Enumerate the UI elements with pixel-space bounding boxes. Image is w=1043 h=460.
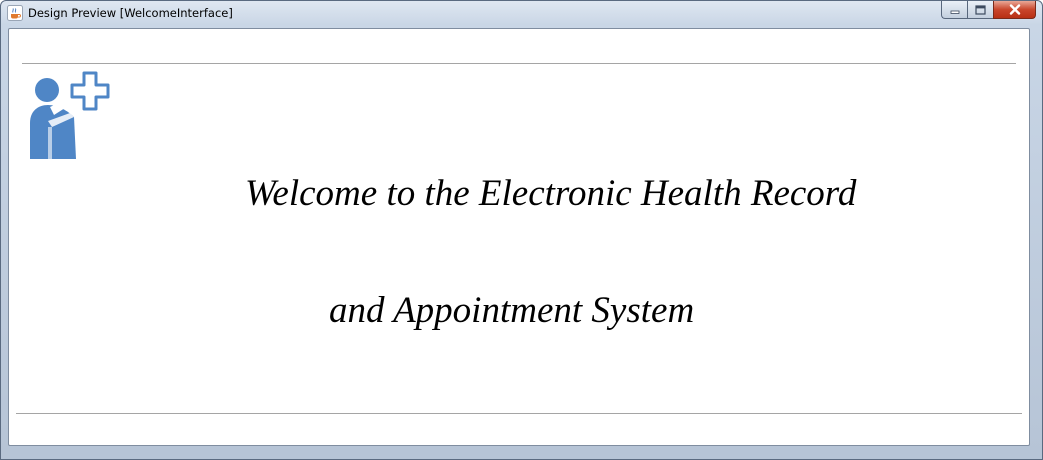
welcome-heading-line2: and Appointment System	[329, 290, 695, 331]
minimize-icon	[950, 10, 959, 14]
maximize-icon	[975, 4, 986, 15]
maximize-button[interactable]	[967, 1, 993, 19]
window-controls	[941, 1, 1036, 21]
window-title: Design Preview [WelcomeInterface]	[28, 6, 233, 20]
top-separator	[22, 63, 1016, 64]
bottom-separator	[16, 413, 1022, 414]
app-window: Design Preview [WelcomeInterface] Welcom…	[0, 0, 1043, 460]
close-icon	[1009, 4, 1020, 15]
welcome-panel: Welcome to the Electronic Health Record …	[8, 28, 1030, 446]
title-bar[interactable]: Design Preview [WelcomeInterface]	[1, 1, 1042, 25]
welcome-heading-line1: Welcome to the Electronic Health Record	[245, 173, 857, 214]
java-coffee-cup-icon	[7, 5, 23, 21]
patient-with-medical-cross-icon	[30, 71, 110, 159]
minimize-button[interactable]	[941, 1, 967, 19]
close-button[interactable]	[993, 1, 1036, 19]
